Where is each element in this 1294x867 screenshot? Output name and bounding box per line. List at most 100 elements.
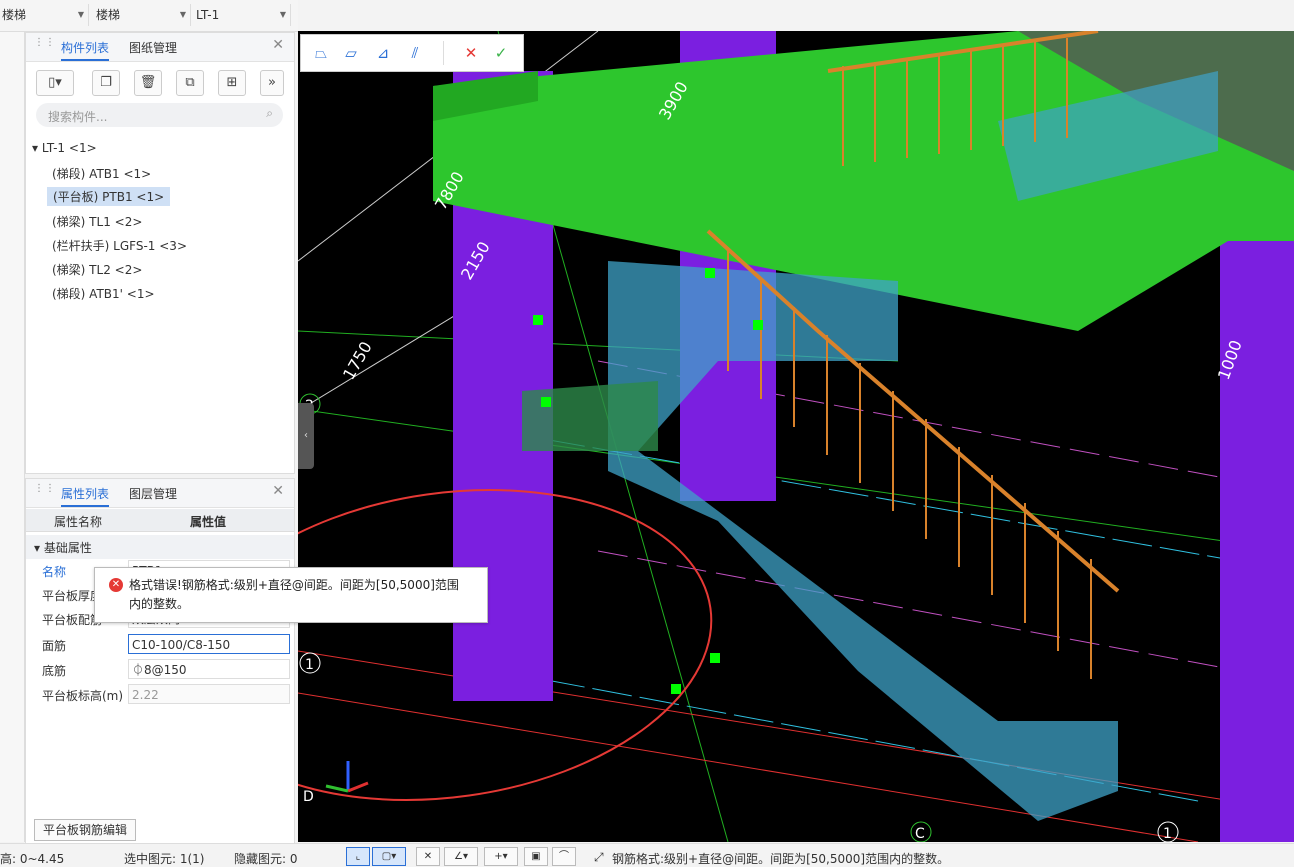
drag-grip-icon[interactable]: ⋮⋮: [34, 484, 55, 499]
chevron-down-icon: ▼: [77, 10, 84, 19]
property-elevation-value[interactable]: 2.22: [128, 684, 290, 704]
flight-icon[interactable]: ⊿: [373, 43, 393, 63]
layer-toggle[interactable]: ▣: [524, 847, 548, 866]
tree-label: LT-1 <1>: [41, 141, 97, 155]
rail-icon[interactable]: ⫽: [405, 43, 425, 63]
property-group-basic[interactable]: ▾ 基础属性: [26, 535, 294, 559]
more-button[interactable]: »: [260, 70, 284, 96]
cross-toggle[interactable]: ✕: [416, 847, 440, 866]
snap-toggle[interactable]: ▢▾: [372, 847, 406, 866]
tree-item-tl1[interactable]: (梯梁) TL1 <2>: [52, 213, 142, 230]
group-label: ▾ 基础属性: [34, 541, 92, 555]
toolbar-divider: [443, 41, 444, 65]
error-tooltip: ✕ 格式错误!钢筋格式:级别+直径@间距。间距为[50,5000]范围内的整数。: [94, 567, 488, 623]
property-row-top-rebar: 面筋 C10-100/C8-150: [26, 633, 294, 657]
property-table-header: 属性名称 属性值: [26, 509, 294, 532]
component-panel-tabs: ⋮⋮ 构件列表 图纸管理 ✕: [26, 33, 294, 62]
axis-label: 1: [1163, 826, 1172, 842]
duplicate-button[interactable]: ⧉: [176, 70, 204, 96]
arc-toggle[interactable]: ⌒: [552, 847, 576, 866]
angle-toggle[interactable]: ∠▾: [444, 847, 478, 866]
axis-label: C: [915, 826, 925, 842]
marker: [533, 315, 543, 325]
axis-label: D: [303, 789, 314, 805]
height-range: 高: 0~4.45: [0, 852, 65, 866]
offset-toggle[interactable]: +▾: [484, 847, 518, 866]
property-row-bottom-rebar: 底筋 ⏀8@150: [26, 658, 294, 682]
search-input[interactable]: 搜索构件... ⌕: [36, 103, 283, 127]
error-message: 格式错误!钢筋格式:级别+直径@间距。间距为[50,5000]范围内的整数。: [129, 578, 459, 611]
stair-icon[interactable]: ⏢: [311, 43, 331, 63]
duplicate-icon: ⧉: [185, 75, 195, 90]
marker: [753, 320, 763, 330]
angle-icon: ∠▾: [454, 851, 468, 862]
slab-icon[interactable]: ▱: [341, 43, 361, 63]
tree-item-atb1-prime[interactable]: (梯段) ATB1' <1>: [52, 285, 155, 302]
column: [1220, 221, 1294, 842]
3d-model-drawing: 7800 2150 1750 3900 1000 2 1 D C 1: [298, 31, 1294, 842]
top-toolbar: 楼梯 ▼ 楼梯 ▼ LT-1 ▼: [0, 0, 298, 32]
import-button[interactable]: ⊞: [218, 70, 246, 96]
chevron-down-icon: ▼: [279, 10, 286, 19]
axis-line: [298, 650, 1294, 812]
col-property-value: 属性值: [190, 515, 227, 529]
component-list-panel: ⋮⋮ 构件列表 图纸管理 ✕ ▯▾ ❐ 🗑 ⧉ ⊞ » 搜索构件... ⌕ ▾ …: [25, 32, 295, 474]
tree-item-atb1[interactable]: (梯段) ATB1 <1>: [52, 165, 151, 182]
collapse-panel-handle[interactable]: ‹: [298, 403, 314, 469]
resize-icon: ⤢: [594, 850, 604, 864]
properties-panel: ⋮⋮ 属性列表 图层管理 ✕ 属性名称 属性值 ▾ 基础属性 名称 PTB1 平…: [25, 478, 295, 844]
layer-icon: ▣: [531, 851, 541, 862]
copy-button[interactable]: ❐: [92, 70, 120, 96]
component-type-dropdown[interactable]: 楼梯 ▼: [94, 4, 191, 26]
properties-panel-tabs: ⋮⋮ 属性列表 图层管理 ✕: [26, 479, 294, 508]
property-bottom-rebar-label: 底筋: [42, 664, 67, 678]
component-dropdown[interactable]: LT-1 ▼: [194, 4, 291, 26]
tab-component-list[interactable]: 构件列表: [61, 39, 110, 61]
component-type-label: 楼梯: [96, 8, 121, 22]
search-icon: ⌕: [266, 106, 273, 120]
status-hint: 钢筋格式:级别+直径@间距。间距为[50,5000]范围内的整数。: [612, 852, 950, 866]
confirm-icon[interactable]: ✓: [491, 43, 511, 63]
chevron-down-icon: ▼: [179, 10, 186, 19]
property-top-rebar-input[interactable]: C10-100/C8-150: [128, 634, 290, 654]
tree-item-ptb1[interactable]: (平台板) PTB1 <1>: [47, 187, 171, 206]
hidden-count: 隐藏图元: 0: [234, 852, 298, 866]
tab-layer-management[interactable]: 图层管理: [129, 485, 177, 502]
property-thickness-label: 平台板厚度: [42, 589, 103, 603]
cancel-icon[interactable]: ✕: [461, 43, 481, 63]
ortho-icon: ⌞: [355, 851, 361, 862]
drag-grip-icon[interactable]: ⋮⋮: [34, 38, 55, 53]
floor-dropdown[interactable]: 楼梯 ▼: [0, 4, 89, 26]
stair-flight: [608, 261, 1118, 821]
marker: [541, 397, 551, 407]
property-bottom-rebar-value[interactable]: ⏀8@150: [128, 659, 290, 679]
dim-label: 1750: [339, 338, 376, 383]
more-icon: »: [268, 75, 276, 90]
tree-root-lt1[interactable]: ▾ LT-1 <1>: [32, 141, 97, 155]
close-icon[interactable]: ✕: [272, 483, 284, 499]
tab-drawing-management[interactable]: 图纸管理: [129, 39, 177, 56]
property-elevation-label: 平台板标高(m): [42, 689, 124, 703]
group-label-text: 基础属性: [43, 541, 92, 555]
col-property-name: 属性名称: [54, 515, 103, 529]
tree-item-lgfs1[interactable]: (栏杆扶手) LGFS-1 <3>: [52, 237, 187, 254]
slab-rebar-edit-button[interactable]: 平台板钢筋编辑: [34, 819, 137, 841]
ortho-toggle[interactable]: ⌞: [346, 847, 370, 866]
axis-label: 1: [305, 657, 314, 673]
error-icon: ✕: [109, 578, 123, 592]
component-dropdown-label: LT-1: [196, 8, 220, 22]
property-name-label: 名称: [42, 565, 67, 579]
delete-button[interactable]: 🗑: [134, 70, 162, 96]
left-collapsed-strip: [0, 32, 25, 842]
3d-viewport[interactable]: 7800 2150 1750 3900 1000 2 1 D C 1 ‹: [298, 31, 1294, 842]
tab-property-list[interactable]: 属性列表: [61, 485, 110, 507]
property-top-rebar-label: 面筋: [42, 639, 67, 653]
close-icon[interactable]: ✕: [272, 37, 284, 53]
tree-item-tl2[interactable]: (梯梁) TL2 <2>: [52, 261, 142, 278]
axis-gizmo: [325, 761, 369, 793]
offset-icon: +▾: [494, 851, 508, 862]
property-reinforcement-label: 平台板配筋: [42, 613, 103, 627]
new-component-button[interactable]: ▯▾: [36, 70, 74, 96]
floor-dropdown-label: 楼梯: [2, 8, 27, 22]
stair-beam: [522, 381, 658, 451]
